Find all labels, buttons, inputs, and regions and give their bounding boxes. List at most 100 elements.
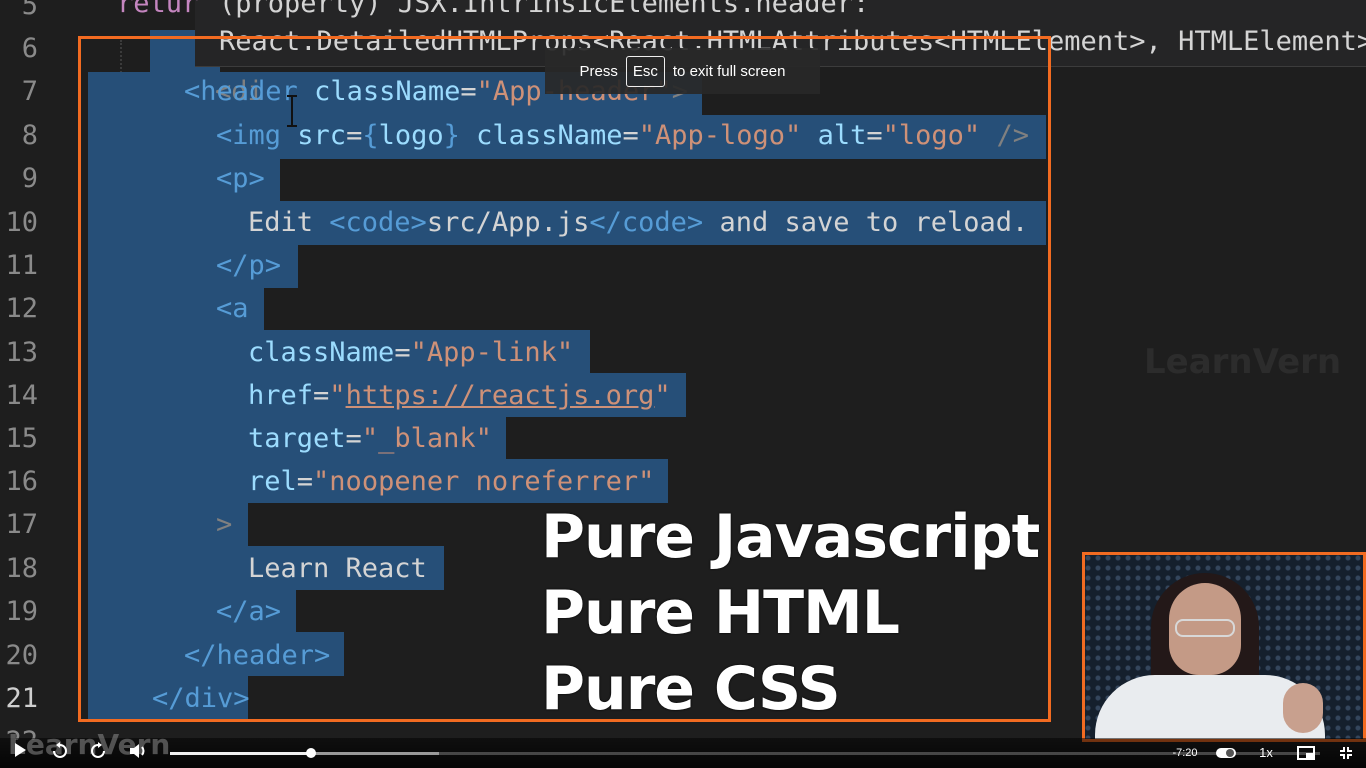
watermark-logo: LearnVern <box>1144 342 1342 382</box>
speed-button[interactable]: 1x <box>1254 742 1278 764</box>
line-number: 8 <box>21 120 38 151</box>
line-number: 20 <box>5 640 38 671</box>
token: rel <box>248 466 297 497</box>
code-line-19: </a> <box>216 590 281 633</box>
token: <code> <box>329 207 427 238</box>
token: = <box>622 120 639 151</box>
token: "noopener noreferrer" <box>313 466 655 497</box>
line-number: 6 <box>21 33 38 64</box>
progress-played <box>170 752 312 755</box>
forward-button[interactable] <box>88 742 108 764</box>
code-line-16: rel="noopener noreferrer" <box>248 460 654 503</box>
line-number: 18 <box>5 553 38 584</box>
presenter-glasses <box>1175 619 1235 637</box>
play-button[interactable] <box>10 742 30 764</box>
line-number: 7 <box>21 76 38 107</box>
code-line-14: href="https://reactjs.org" <box>248 374 671 417</box>
line-number: 9 <box>21 163 38 194</box>
line-number: 11 <box>5 250 38 281</box>
overlay-line-2: Pure HTML <box>541 578 900 648</box>
volume-button[interactable] <box>128 742 150 764</box>
token: alt <box>817 120 867 151</box>
token: logo <box>378 120 444 151</box>
token: "App-logo" <box>638 120 802 151</box>
line-number: 12 <box>5 293 38 324</box>
token: </div> <box>152 683 250 714</box>
line-number: 16 <box>5 466 38 497</box>
toggle-icon <box>1216 748 1236 758</box>
fullscreen-toast: Press Esc to exit full screen <box>545 48 820 94</box>
token: = <box>313 380 330 411</box>
progress-thumb[interactable] <box>306 748 317 758</box>
token: = <box>394 337 411 368</box>
token: <p> <box>216 163 265 194</box>
token: <header <box>184 76 298 107</box>
token: href <box>248 380 314 411</box>
token: </p> <box>216 250 282 281</box>
token: "App-link" <box>410 337 574 368</box>
tooltip-signature: (property) JSX.IntrinsicElements.header: <box>219 0 870 19</box>
tooltip-prev-code: retur <box>117 0 199 19</box>
code-line-12: <a <box>216 287 249 330</box>
code-line-8: <img src={logo} className="App-logo" alt… <box>216 114 1029 157</box>
token: </code> <box>589 207 704 238</box>
token: src <box>297 120 347 151</box>
token: </header> <box>184 640 331 671</box>
token: and save to reload. <box>703 207 1029 238</box>
token: </a> <box>216 596 282 627</box>
toast-message: to exit full screen <box>672 62 786 80</box>
rewind-button[interactable] <box>50 742 70 764</box>
token: " <box>654 380 671 411</box>
token: > <box>216 509 233 540</box>
presenter-webcam <box>1082 552 1366 742</box>
toast-press: Press <box>579 62 618 80</box>
rewind-icon <box>53 742 67 758</box>
token: = <box>296 466 314 497</box>
code-line-21: </div> <box>152 677 250 720</box>
overlay-line-1: Pure Javascript <box>541 502 1040 572</box>
code-line-13: className="App-link" <box>248 331 573 374</box>
token: = <box>866 120 883 151</box>
code-line-9: <p> <box>216 157 265 200</box>
time-remaining: -7:20 <box>1172 747 1198 759</box>
token: = <box>346 120 363 151</box>
line-number: 5 <box>21 0 38 21</box>
line-number: 13 <box>5 337 38 368</box>
token: { <box>362 120 379 151</box>
autoplay-toggle[interactable] <box>1214 742 1238 764</box>
token: = <box>460 76 477 107</box>
picture-in-picture-icon <box>1297 746 1315 760</box>
token: target <box>248 423 346 454</box>
token: = <box>345 423 362 454</box>
token: src/App.js <box>426 207 590 238</box>
token: } <box>443 120 460 151</box>
token: className <box>248 337 395 368</box>
token: <img <box>216 120 282 151</box>
exit-fullscreen-icon <box>1340 747 1352 759</box>
token: /> <box>996 120 1029 151</box>
token: Learn React <box>248 553 427 584</box>
url-link[interactable]: https://reactjs.org <box>346 380 655 411</box>
esc-key: Esc <box>625 55 665 87</box>
code-line-15: target="_blank" <box>248 417 492 460</box>
pip-button[interactable] <box>1294 742 1318 764</box>
code-line-18: Learn React <box>248 547 427 590</box>
token: <a <box>216 293 249 324</box>
presenter-hand <box>1283 683 1323 733</box>
text-cursor-icon <box>287 95 297 127</box>
token: className <box>314 76 461 107</box>
line-number-gutter: 5 6 7 8 9 10 11 12 13 14 15 16 17 18 19 … <box>0 0 70 740</box>
overlay-line-3: Pure CSS <box>541 654 841 724</box>
forward-icon <box>91 742 105 758</box>
token: " <box>329 380 346 411</box>
token: "logo" <box>882 120 981 151</box>
progress-bar[interactable] <box>170 748 1320 758</box>
code-line-11: </p> <box>216 244 281 287</box>
exit-fullscreen-button[interactable] <box>1334 742 1358 764</box>
line-number: 15 <box>5 423 38 454</box>
line-number: 10 <box>5 207 38 238</box>
volume-icon <box>130 744 145 758</box>
line-number: 17 <box>5 509 38 540</box>
play-icon <box>15 743 26 757</box>
line-number: 19 <box>5 596 38 627</box>
